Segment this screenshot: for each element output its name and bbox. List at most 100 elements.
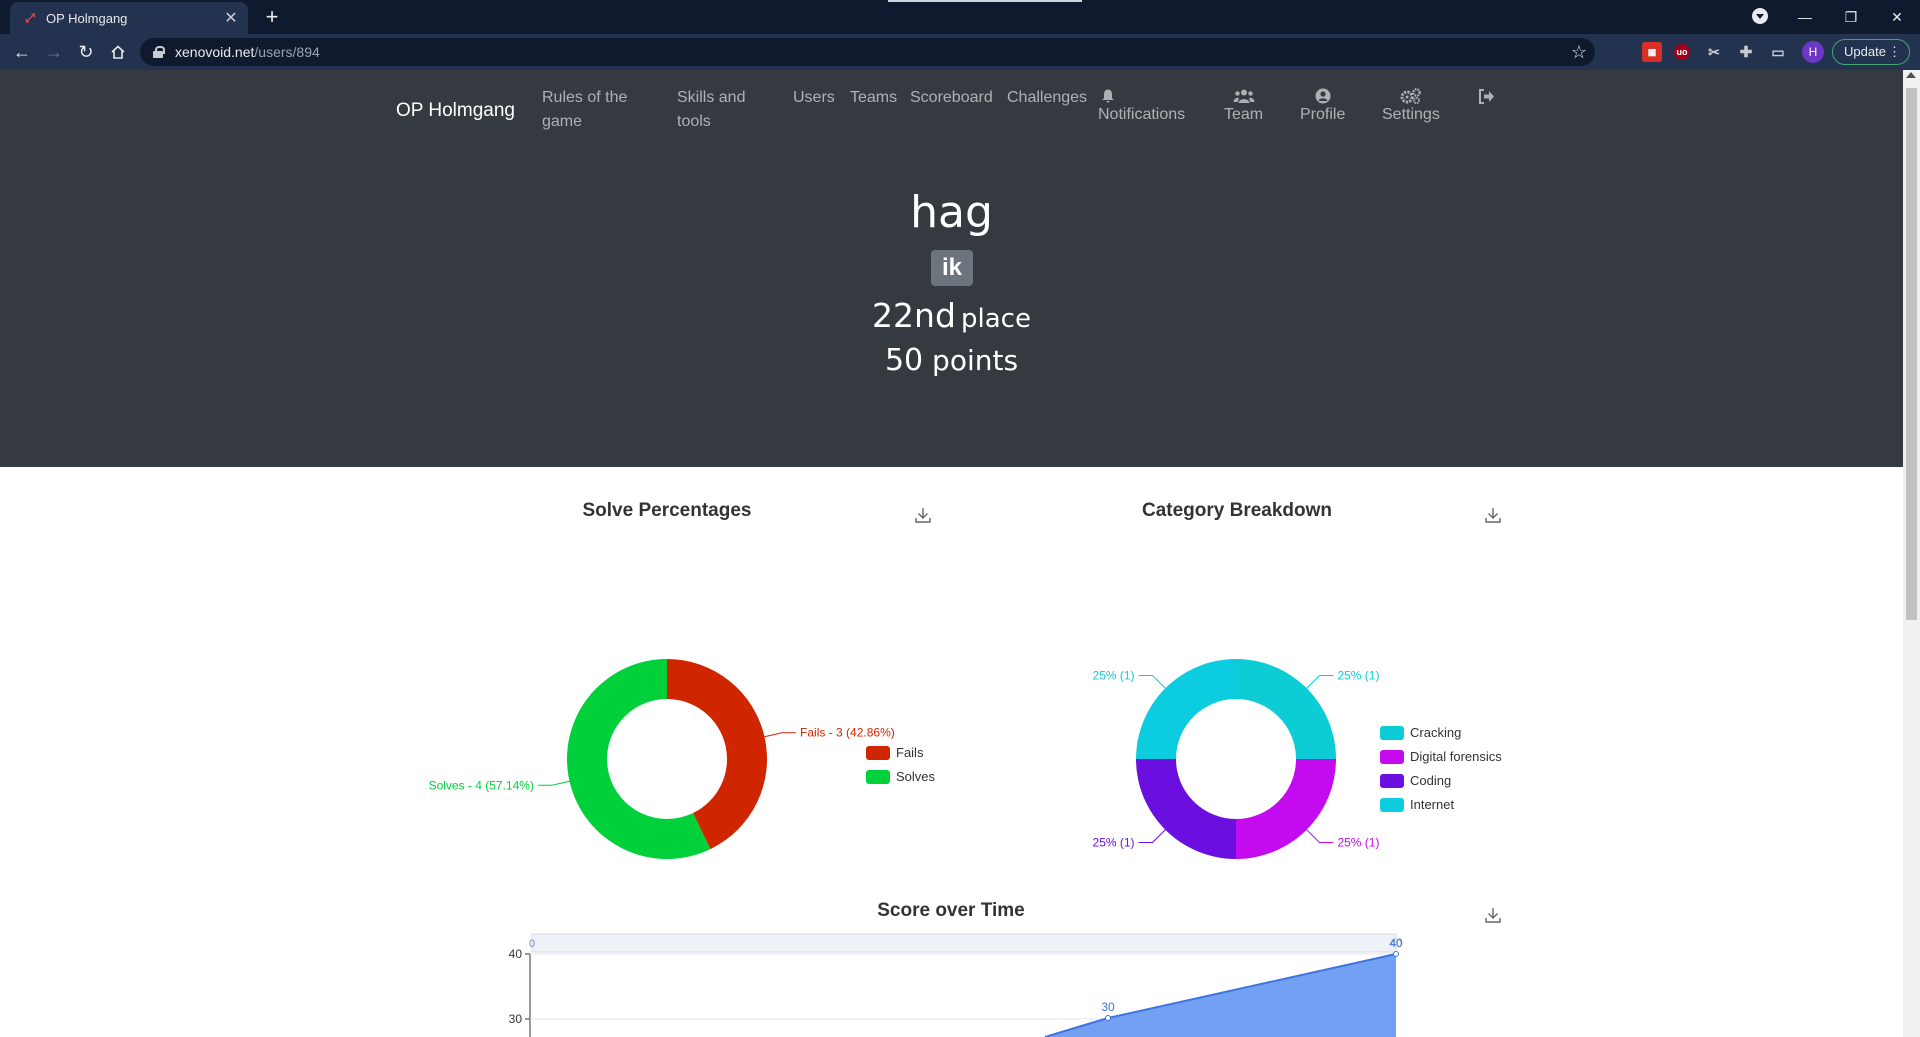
pie-data-label: 25% (1) xyxy=(1337,669,1379,683)
pie-slice-digital-forensics xyxy=(1236,759,1336,859)
cogs-icon xyxy=(1400,88,1421,104)
zoom-slider xyxy=(531,933,1397,953)
nav-skills[interactable]: Skills and tools xyxy=(677,86,767,134)
extension-ublock-icon[interactable]: uo xyxy=(1674,44,1690,60)
pie-label-line xyxy=(764,732,797,738)
new-tab-button[interactable]: + xyxy=(258,4,286,32)
team-badge[interactable]: ik xyxy=(931,250,973,286)
y-tick-label: 30 xyxy=(509,1012,523,1026)
pie-data-label: 25% (1) xyxy=(1337,835,1379,849)
nav-profile[interactable]: Profile xyxy=(1300,88,1345,124)
category-breakdown-chart: 25% (1) 25% (1) 25% (1) 25% (1) Cracking Digi… xyxy=(1093,659,1502,859)
address-bar[interactable]: xenovoid.net/users/894 ☆ xyxy=(140,38,1595,66)
site-favicon-icon: ⤢ xyxy=(25,10,35,25)
pie-slice-coding xyxy=(1136,759,1236,859)
users-icon xyxy=(1233,89,1255,103)
user-name: hag xyxy=(910,187,993,238)
pie-label-line xyxy=(1138,829,1166,843)
extension-scissors-icon[interactable]: ✂ xyxy=(1704,42,1724,62)
score-point xyxy=(1105,1015,1111,1021)
bell-icon xyxy=(1102,89,1114,103)
nav-profile-label: Profile xyxy=(1300,106,1346,123)
y-tick-label: 40 xyxy=(509,947,523,961)
back-icon[interactable]: ← xyxy=(8,38,36,66)
tab-search-icon[interactable] xyxy=(1752,8,1768,24)
score-point-label: 40 xyxy=(1389,936,1403,950)
page-viewport: OP Holmgang Rules of the game Skills and… xyxy=(0,70,1903,1037)
score-over-time-chart: 0 4030403040 xyxy=(509,933,1403,1037)
cast-icon[interactable]: ▭ xyxy=(1768,42,1788,62)
pie-label-line xyxy=(537,780,570,786)
legend-label: Digital forensics xyxy=(1410,749,1502,764)
nav-notifications[interactable]: Notifications xyxy=(1098,88,1185,124)
scrollbar-thumb[interactable] xyxy=(1906,88,1917,620)
nav-notifications-label: Notifications xyxy=(1098,106,1186,123)
legend-label: Internet xyxy=(1410,797,1454,812)
pie-data-label: 25% (1) xyxy=(1093,835,1135,849)
tab-drag-indicator xyxy=(888,0,1082,2)
score-point-label: 30 xyxy=(1101,1000,1115,1014)
browser-menu-icon: ⋮ xyxy=(1888,44,1901,59)
pie-label-line xyxy=(1306,829,1334,843)
bookmark-star-icon[interactable]: ☆ xyxy=(1571,42,1587,63)
profile-header: OP Holmgang Rules of the game Skills and… xyxy=(0,70,1903,467)
window-close-icon[interactable]: ✕ xyxy=(1874,0,1920,34)
browser-toolbar: ← → ↻ xenovoid.net/users/894 ☆ ▦ uo ✂ ✚ … xyxy=(0,34,1920,70)
nav-challenges[interactable]: Challenges xyxy=(1007,86,1087,110)
url-text: xenovoid.net/users/894 xyxy=(175,44,320,60)
legend-label: Cracking xyxy=(1410,725,1461,740)
restore-icon[interactable]: ❐ xyxy=(1828,0,1874,34)
pie-data-label: 25% (1) xyxy=(1093,669,1135,683)
user-points: 50 points xyxy=(884,343,1019,378)
tab-title: OP Holmgang xyxy=(46,10,128,26)
browser-tab-strip: ⤢ OP Holmgang ✕ + — ❐ ✕ xyxy=(0,0,1920,34)
legend-swatch xyxy=(1380,774,1404,788)
pie-slice-cracking xyxy=(1236,659,1336,759)
logout-icon[interactable] xyxy=(1478,89,1495,106)
scroll-up-icon[interactable] xyxy=(1906,72,1916,78)
nav-team[interactable]: Team xyxy=(1224,88,1263,124)
solve-percentages-chart: Fails - 3 (42.86%) Solves - 4 (57.14%) Fai… xyxy=(429,659,936,859)
legend-swatch xyxy=(1380,798,1404,812)
forward-icon[interactable]: → xyxy=(40,38,68,66)
nav-scoreboard[interactable]: Scoreboard xyxy=(910,86,993,110)
nav-team-label: Team xyxy=(1224,106,1264,123)
minimize-icon[interactable]: — xyxy=(1782,0,1828,34)
legend-swatch xyxy=(1380,750,1404,764)
legend-label: Solves xyxy=(896,769,936,784)
user-circle-icon xyxy=(1315,88,1331,104)
home-icon[interactable] xyxy=(104,38,132,66)
zoom-slider-start-label: 0 xyxy=(529,938,535,950)
profile-avatar-button[interactable]: H xyxy=(1802,41,1824,63)
legend-swatch xyxy=(1380,726,1404,740)
download-icon[interactable] xyxy=(914,506,932,524)
category-breakdown-title: Category Breakdown xyxy=(1141,500,1333,521)
pie-label-line xyxy=(1138,675,1166,689)
legend-label: Fails xyxy=(896,745,924,760)
legend-swatch xyxy=(866,746,890,760)
pie-data-label: Solves - 4 (57.14%) xyxy=(429,778,534,792)
solve-percentages-title: Solve Percentages xyxy=(582,500,752,521)
reload-icon[interactable]: ↻ xyxy=(72,38,100,66)
extensions-puzzle-icon[interactable]: ✚ xyxy=(1736,42,1756,62)
site-brand[interactable]: OP Holmgang xyxy=(396,100,515,122)
download-icon[interactable] xyxy=(1484,906,1502,924)
nav-settings-label: Settings xyxy=(1382,106,1440,123)
extension-calendar-icon[interactable]: ▦ xyxy=(1642,42,1662,62)
lock-icon xyxy=(153,46,165,58)
nav-rules[interactable]: Rules of the game xyxy=(542,86,652,134)
nav-teams[interactable]: Teams xyxy=(850,86,897,110)
nav-users[interactable]: Users xyxy=(793,86,835,110)
pie-label-line xyxy=(1306,675,1334,689)
nav-settings[interactable]: Settings xyxy=(1382,88,1440,124)
score-point xyxy=(1393,951,1399,957)
tab-close-icon[interactable]: ✕ xyxy=(218,8,244,28)
download-icon[interactable] xyxy=(1484,506,1502,524)
browser-update-button[interactable]: Update ⋮ xyxy=(1832,39,1910,65)
legend-swatch xyxy=(866,770,890,784)
pie-data-label: Fails - 3 (42.86%) xyxy=(800,726,895,740)
pie-slice-internet xyxy=(1136,659,1236,759)
legend-label: Coding xyxy=(1410,773,1451,788)
browser-tab-active[interactable]: ⤢ OP Holmgang ✕ xyxy=(10,2,248,34)
user-place: 22nd place xyxy=(872,296,1031,335)
